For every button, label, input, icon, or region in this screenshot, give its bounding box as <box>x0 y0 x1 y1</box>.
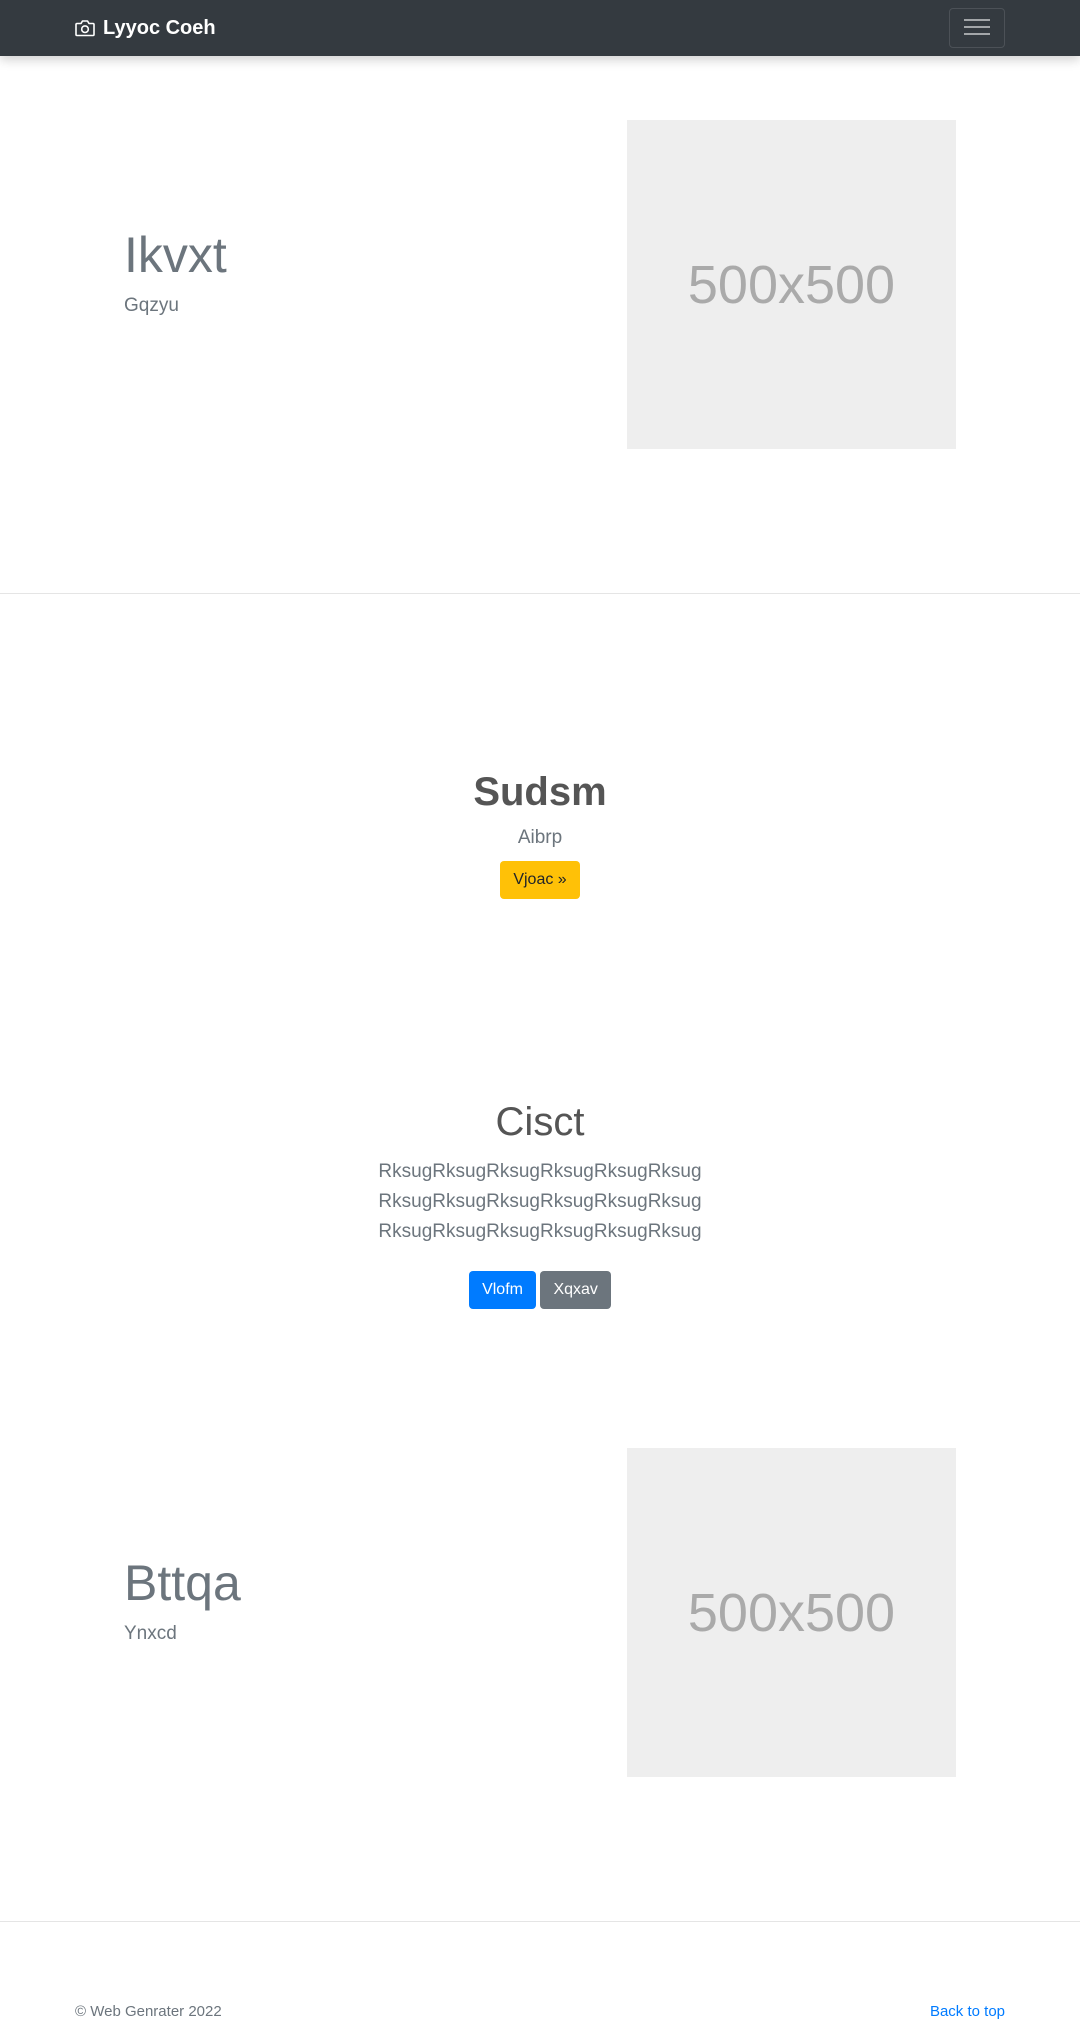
feature-subtitle: Gqzyu <box>124 294 179 316</box>
feature-text: Bttqa Ynxcd <box>124 1555 241 1645</box>
navbar: Lyyoc Coeh <box>0 0 1080 56</box>
brand-name: Lyyoc Coeh <box>103 16 216 39</box>
callout-section: Sudsm Aibrp Vjoac » <box>0 770 1080 899</box>
feature-subtitle: Ynxcd <box>124 1622 177 1644</box>
placeholder-image: 500x500 <box>627 120 956 449</box>
navbar-toggler-button[interactable] <box>949 8 1005 48</box>
placeholder-image-label: 500x500 <box>687 254 896 315</box>
brand-link[interactable]: Lyyoc Coeh <box>75 0 216 56</box>
feature-title: Ikvxt <box>124 227 227 283</box>
back-to-top-link[interactable]: Back to top <box>930 2003 1005 2020</box>
feature-title: Bttqa <box>124 1555 241 1611</box>
feature-section-2: Bttqa Ynxcd 500x500 <box>0 1384 1080 1921</box>
placeholder-image: 500x500 <box>627 1448 956 1777</box>
copyright-text: © Web Genrater 2022 <box>75 2003 222 2020</box>
secondary-button[interactable]: Xqxav <box>540 1271 611 1309</box>
jumbotron-text: RksugRksugRksugRksugRksugRksug RksugRksu… <box>378 1161 702 1242</box>
feature-section-1: Ikvxt Gqzyu 500x500 <box>0 56 1080 593</box>
callout-subtitle: Aibrp <box>517 827 563 848</box>
callout-button[interactable]: Vjoac » <box>500 861 580 899</box>
footer-divider <box>0 1921 1080 1922</box>
section-divider <box>0 593 1080 594</box>
placeholder-image-label: 500x500 <box>687 1582 896 1643</box>
hamburger-menu-icon <box>964 17 990 40</box>
callout-title: Sudsm <box>473 770 607 814</box>
feature-text: Ikvxt Gqzyu <box>124 227 227 317</box>
primary-button[interactable]: Vlofm <box>469 1271 536 1309</box>
jumbotron-title: Cisct <box>495 1100 585 1144</box>
jumbotron-section: Cisct RksugRksugRksugRksugRksugRksug Rks… <box>0 1100 1080 1309</box>
camera-icon <box>75 19 95 37</box>
